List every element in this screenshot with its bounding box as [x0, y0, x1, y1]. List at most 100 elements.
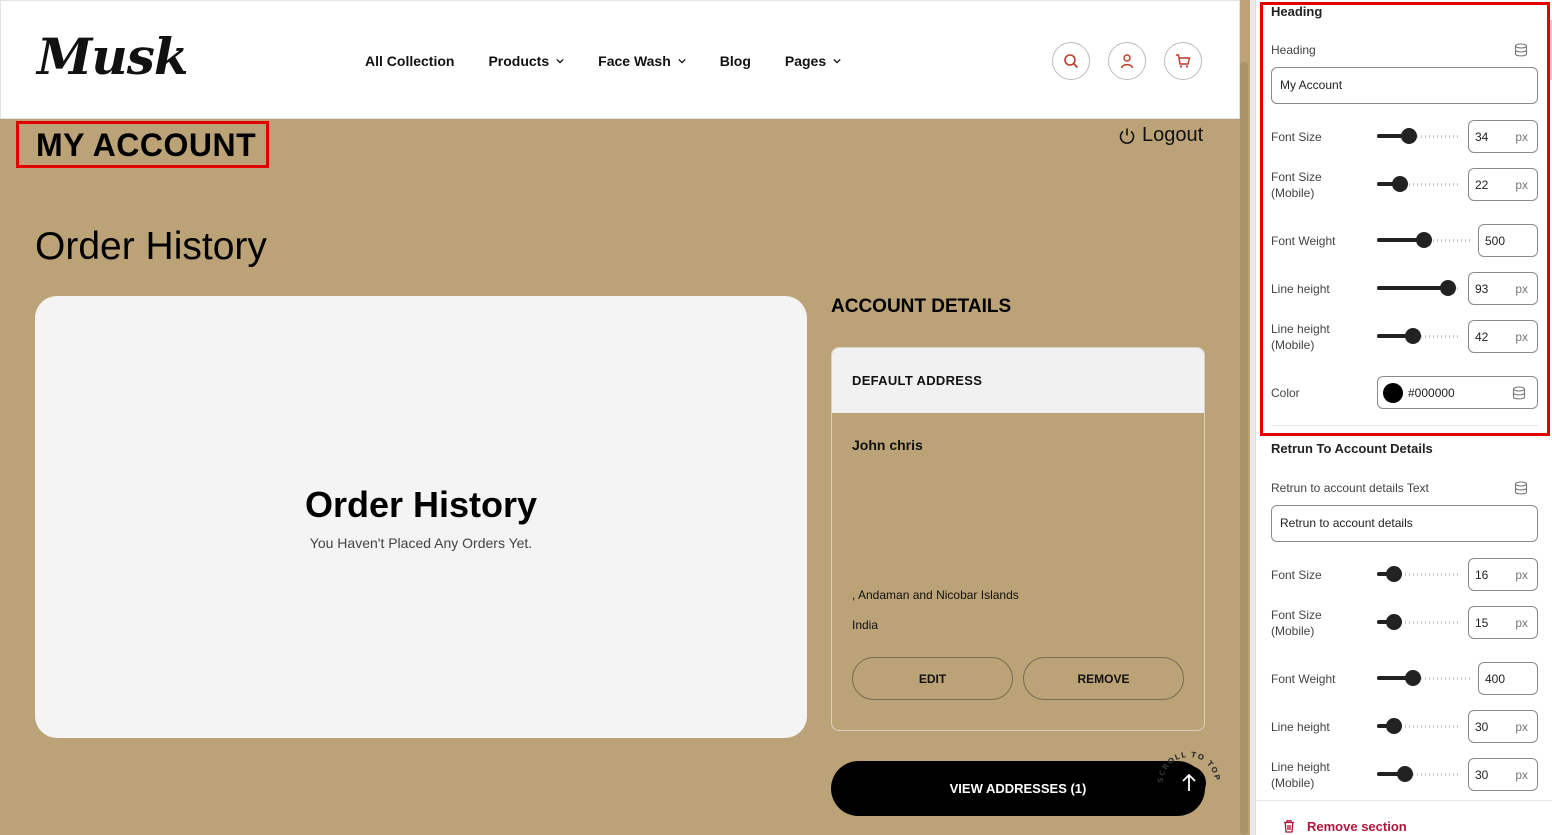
panel-scrollbar[interactable] [1548, 20, 1552, 80]
slider-handle[interactable] [1385, 614, 1402, 630]
font-weight-slider[interactable] [1377, 670, 1470, 686]
chevron-down-icon [833, 58, 841, 64]
line-height-mobile-input[interactable]: 30 px [1468, 758, 1538, 791]
font-weight-input[interactable]: 500 [1478, 224, 1538, 257]
font-size-mobile-slider[interactable] [1377, 176, 1460, 192]
line-height-mobile-input[interactable]: 42 px [1468, 320, 1538, 353]
input-value: 42 [1475, 330, 1489, 344]
account-button[interactable] [1108, 42, 1146, 80]
remove-section-button[interactable]: Remove section [1256, 800, 1552, 835]
preview-scrollbar[interactable] [1240, 62, 1248, 835]
font-weight-input[interactable]: 400 [1478, 662, 1538, 695]
unit-label: px [1515, 568, 1528, 582]
nav-products[interactable]: Products [488, 53, 564, 69]
unit-label: px [1515, 330, 1528, 344]
slider-handle[interactable] [1400, 128, 1417, 144]
scroll-to-top-button[interactable]: SCROLL TO TOP [1156, 750, 1222, 816]
font-size-mobile-label: Font Size (Mobile) [1271, 170, 1322, 200]
input-value: 400 [1485, 672, 1506, 686]
heading-text-input[interactable]: My Account [1271, 67, 1538, 104]
input-value: 500 [1485, 234, 1506, 248]
slider-handle[interactable] [1404, 328, 1421, 344]
logout-label: Logout [1142, 124, 1204, 146]
slider-fill [1377, 286, 1448, 290]
slider-handle[interactable] [1439, 280, 1456, 296]
main-nav: All Collection Products Face Wash Blog P… [365, 53, 875, 69]
slider-handle[interactable] [1386, 718, 1403, 734]
line-height-slider[interactable] [1377, 280, 1460, 296]
slider-handle[interactable] [1397, 766, 1414, 782]
divider [1271, 425, 1538, 426]
input-value: 22 [1475, 178, 1489, 192]
unit-label: px [1515, 178, 1528, 192]
address-card-header: DEFAULT ADDRESS [832, 348, 1204, 413]
font-size-input[interactable]: 34 px [1468, 120, 1538, 153]
dynamic-source-icon[interactable] [1514, 481, 1528, 495]
nav-label: Products [488, 53, 550, 69]
order-history-card: Order History You Haven't Placed Any Ord… [35, 296, 807, 738]
search-button[interactable] [1052, 42, 1090, 80]
address-name: John chris [852, 437, 923, 453]
edit-address-button[interactable]: EDIT [852, 657, 1013, 700]
return-text-label: Retrun to account details Text [1271, 481, 1429, 495]
nav-blog[interactable]: Blog [720, 53, 751, 69]
color-swatch[interactable] [1383, 383, 1403, 403]
view-addresses-button[interactable]: VIEW ADDRESSES (1) [831, 761, 1205, 816]
settings-panel: Heading Heading My Account Font Size 34 p… [1255, 0, 1552, 835]
line-height-mobile-slider[interactable] [1377, 766, 1460, 782]
font-size-input[interactable]: 16 px [1468, 558, 1538, 591]
chevron-down-icon [556, 58, 564, 64]
font-size-mobile-input[interactable]: 15 px [1468, 606, 1538, 639]
font-size-mobile-label: Font Size (Mobile) [1271, 608, 1322, 638]
unit-label: px [1515, 130, 1528, 144]
font-size-label: Font Size [1271, 568, 1322, 582]
line-height-slider[interactable] [1377, 718, 1460, 734]
trash-icon [1284, 820, 1294, 833]
nav-pages[interactable]: Pages [785, 53, 841, 69]
unit-label: px [1515, 616, 1528, 630]
order-history-heading: Order History [35, 225, 267, 268]
font-size-mobile-slider[interactable] [1377, 614, 1460, 630]
order-card-empty-text: You Haven't Placed Any Orders Yet. [309, 535, 533, 551]
page-title-highlight[interactable]: MY ACCOUNT [16, 121, 269, 168]
line-height-mobile-label: Line height (Mobile) [1271, 760, 1330, 790]
line-height-mobile-label: Line height (Mobile) [1271, 322, 1330, 352]
font-size-mobile-input[interactable]: 22 px [1468, 168, 1538, 201]
line-height-input[interactable]: 30 px [1468, 710, 1538, 743]
line-height-input[interactable]: 93 px [1468, 272, 1538, 305]
slider-handle[interactable] [1385, 566, 1402, 582]
input-value: 30 [1475, 768, 1489, 782]
line-height-label: Line height [1271, 720, 1330, 734]
power-icon [1119, 128, 1135, 144]
color-input[interactable]: #000000 [1377, 376, 1538, 409]
font-weight-label: Font Weight [1271, 234, 1336, 248]
return-text-input[interactable]: Retrun to account details [1271, 505, 1538, 542]
slider-handle[interactable] [1392, 176, 1409, 192]
store-preview: Musk All Collection Products Face Wash B… [0, 0, 1250, 835]
remove-address-button[interactable]: REMOVE [1023, 657, 1184, 700]
address-card: DEFAULT ADDRESS John chris , Andaman and… [831, 347, 1205, 731]
address-region: , Andaman and Nicobar Islands [852, 588, 1019, 602]
logout-link[interactable]: Logout [1118, 124, 1203, 147]
address-country: India [852, 618, 879, 632]
line-height-mobile-slider[interactable] [1377, 328, 1460, 344]
unit-label: px [1515, 282, 1528, 296]
slider-handle[interactable] [1405, 670, 1422, 686]
remove-section-label: Remove section [1307, 819, 1407, 834]
font-size-slider[interactable] [1377, 566, 1460, 582]
search-icon [1064, 54, 1079, 69]
dynamic-source-icon[interactable] [1512, 386, 1526, 400]
dynamic-source-icon[interactable] [1514, 43, 1528, 57]
heading-field-label: Heading [1271, 43, 1316, 57]
font-weight-slider[interactable] [1377, 232, 1470, 248]
input-value: 30 [1475, 720, 1489, 734]
cart-button[interactable] [1164, 42, 1202, 80]
nav-all-collection[interactable]: All Collection [365, 53, 454, 69]
logo[interactable]: Musk [37, 27, 188, 86]
font-size-slider[interactable] [1377, 128, 1460, 144]
user-icon [1120, 54, 1134, 69]
slider-handle[interactable] [1415, 232, 1432, 248]
account-details-heading: ACCOUNT DETAILS [831, 296, 1012, 317]
nav-face-wash[interactable]: Face Wash [598, 53, 686, 69]
font-weight-label: Font Weight [1271, 672, 1336, 686]
